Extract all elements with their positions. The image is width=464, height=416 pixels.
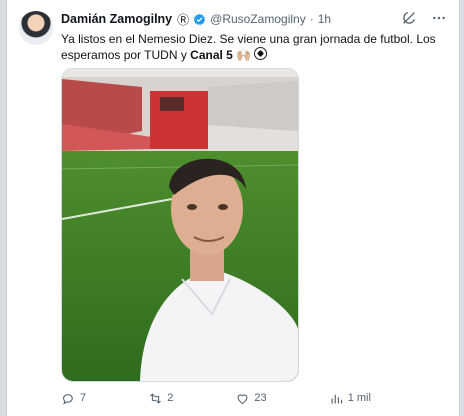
view-count: 1 mil <box>347 392 371 404</box>
like-count: 23 <box>254 392 267 404</box>
retweet-icon <box>150 392 162 404</box>
timestamp[interactable]: 1h <box>318 12 331 26</box>
verified-badge-icon <box>193 13 206 25</box>
views-icon <box>331 394 342 403</box>
tweet-top-actions <box>401 10 447 26</box>
reply-icon <box>62 393 73 405</box>
heart-icon <box>237 393 248 404</box>
avatar[interactable] <box>19 11 53 45</box>
registered-badge: Ⓡ <box>177 12 190 27</box>
grok-icon[interactable] <box>401 10 417 26</box>
tweet-header: Damián Zamogilny Ⓡ @RusoZamogilny · 1h <box>61 10 331 28</box>
like-button[interactable]: 23 <box>235 391 267 406</box>
retweet-count: 2 <box>167 392 174 404</box>
tweet-card: Damián Zamogilny Ⓡ @RusoZamogilny · 1h Y… <box>6 0 460 416</box>
praise-hands-emoji: 🙌🏼 <box>236 48 252 62</box>
tweet-text: Ya listos en el Nemesio Diez. Se viene u… <box>61 31 441 63</box>
views-button[interactable]: 1 mil <box>329 391 371 406</box>
reply-button[interactable]: 7 <box>61 391 86 406</box>
author-handle[interactable]: @RusoZamogilny <box>210 12 306 26</box>
author-name[interactable]: Damián Zamogilny <box>61 12 172 26</box>
retweet-button[interactable]: 2 <box>148 391 173 406</box>
separator-dot: · <box>309 12 314 26</box>
tweet-text-bold: Canal 5 <box>190 48 233 62</box>
reply-count: 7 <box>80 392 87 404</box>
stadium-selfie-image <box>62 69 298 381</box>
tweet-actions: 7 2 23 1 mil <box>61 389 447 407</box>
tweet-photo[interactable] <box>61 68 299 382</box>
soccer-ball-emoji <box>254 47 268 60</box>
more-icon[interactable] <box>431 10 447 26</box>
